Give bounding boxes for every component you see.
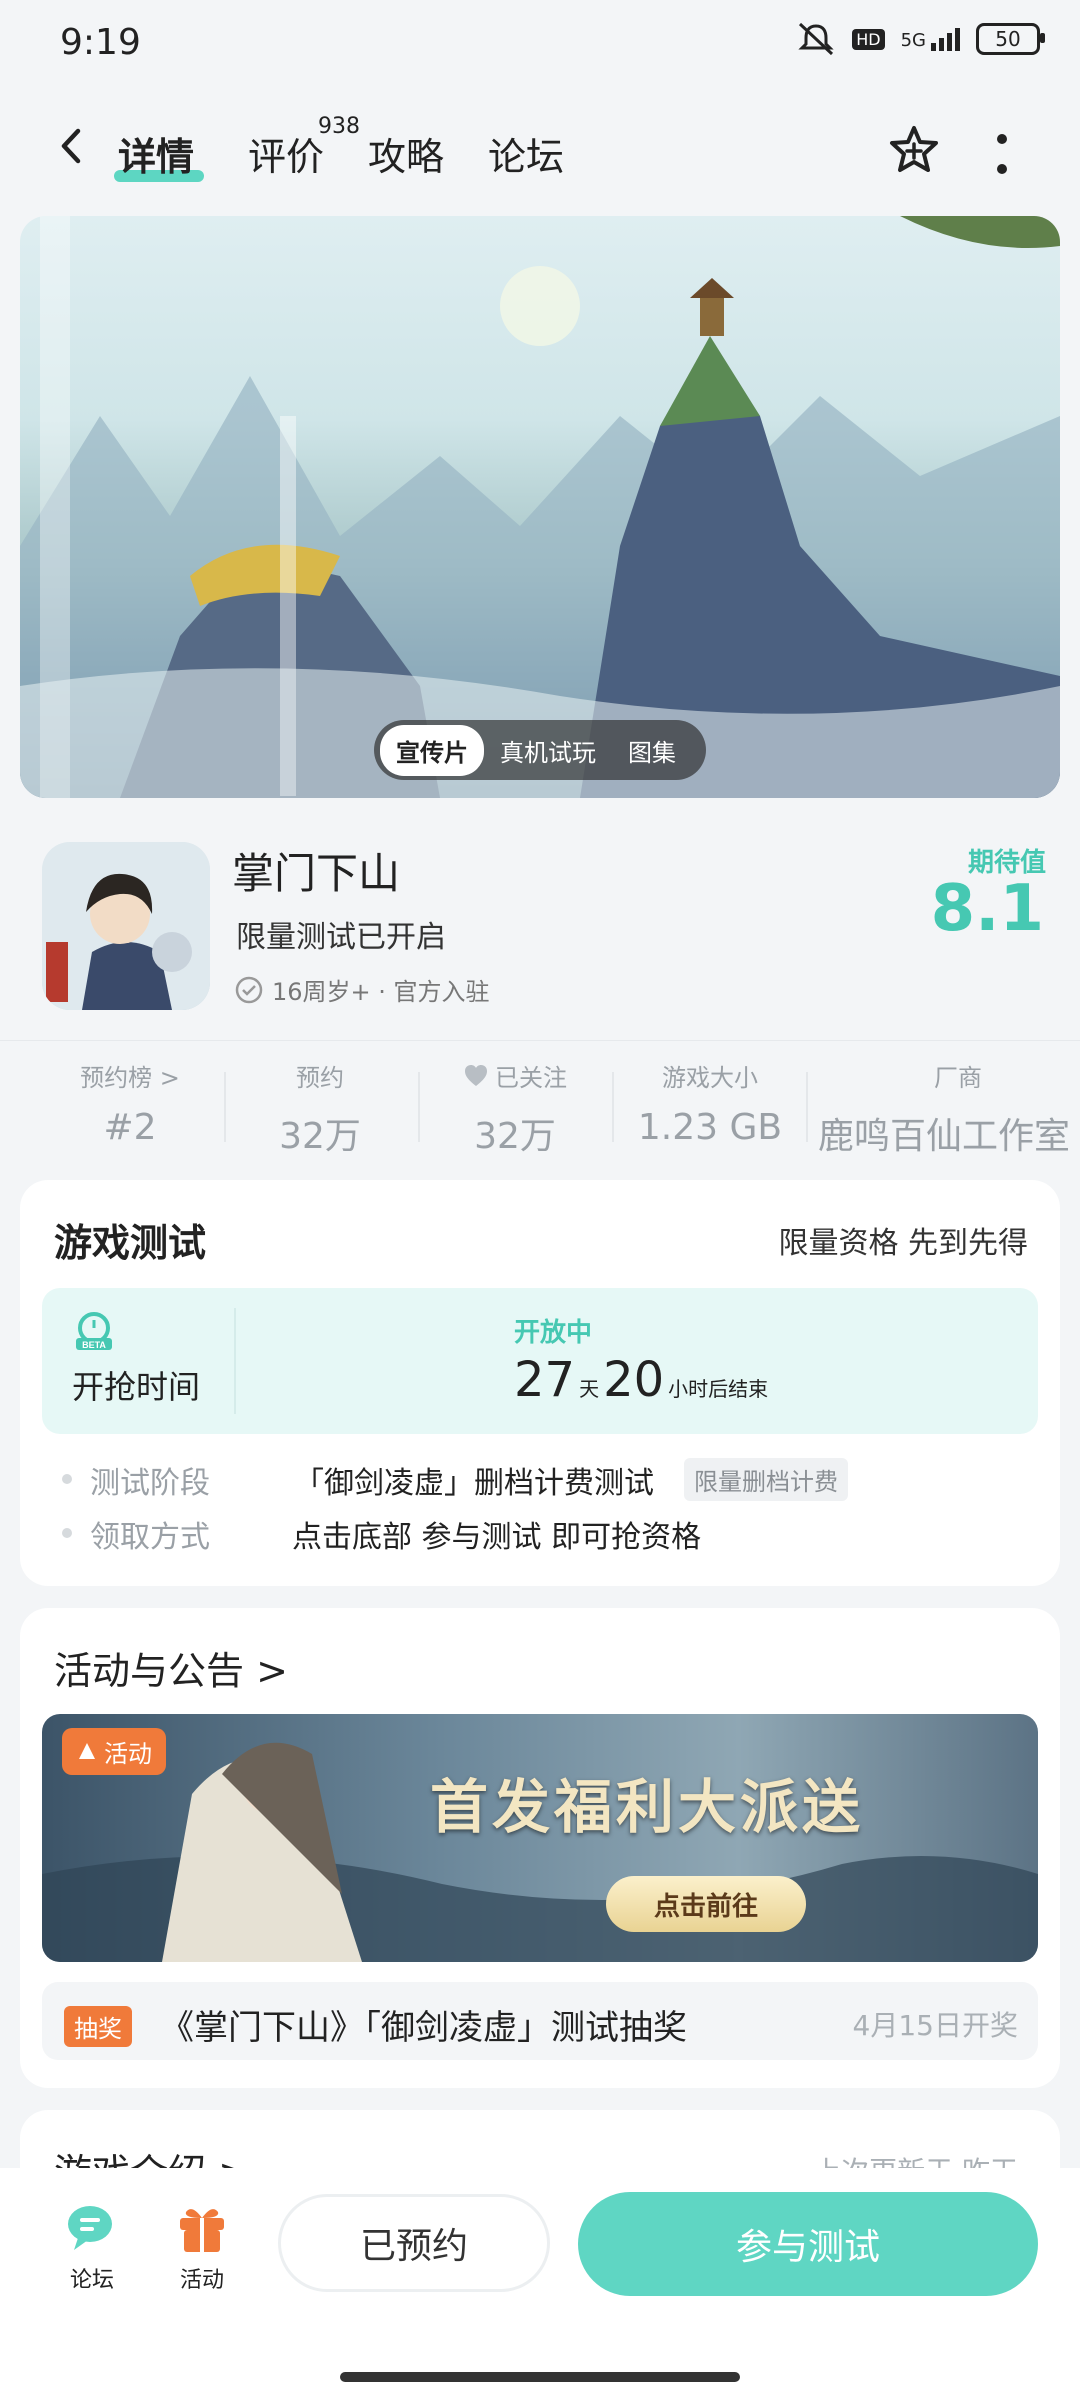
banner-title: 首发福利大派送 xyxy=(430,1773,865,1841)
app-icon xyxy=(42,842,210,1010)
activity-label[interactable]: 活动 xyxy=(162,2262,242,2294)
claim-method-label: 领取方式 xyxy=(90,1520,210,1555)
heart-icon xyxy=(465,1064,487,1086)
home-indicator[interactable] xyxy=(340,2372,740,2382)
reserved-button[interactable]: 已预约 xyxy=(278,2194,550,2292)
stat-value: #2 xyxy=(103,1107,157,1148)
flame-icon xyxy=(79,1742,95,1759)
media-tab-demo[interactable]: 真机试玩 xyxy=(484,725,612,776)
stat-value: 32万 xyxy=(279,1116,361,1157)
test-phase-tag: 限量删档计费 xyxy=(684,1458,848,1501)
stat-value: 鹿鸣百仙工作室 xyxy=(818,1116,1071,1157)
test-open-status: 开放中 xyxy=(514,1318,593,1348)
app-icon-artwork xyxy=(42,842,210,1010)
countdown-days: 27 xyxy=(514,1352,576,1408)
stat-label: 已关注 xyxy=(495,1064,567,1092)
stat-value: 1.23 GB xyxy=(637,1107,783,1148)
back-arrow-icon[interactable] xyxy=(54,128,90,164)
stat-following[interactable]: 已关注 32万 xyxy=(425,1058,605,1159)
activities-title[interactable]: 活动与公告 > xyxy=(54,1640,288,1695)
landscape-artwork xyxy=(20,216,1060,798)
bullet-dot xyxy=(62,1528,72,1538)
media-tab-trailer[interactable]: 宣传片 xyxy=(380,724,484,776)
test-phase-label: 测试阶段 xyxy=(90,1466,210,1501)
countdown-hours: 20 xyxy=(603,1352,665,1408)
media-switcher: 宣传片 真机试玩 图集 xyxy=(374,720,706,780)
stat-game-size: 游戏大小 1.23 GB xyxy=(620,1058,800,1148)
countdown: 27 天 20 小时后结束 xyxy=(514,1352,768,1408)
media-tab-gallery[interactable]: 图集 xyxy=(612,725,692,776)
game-test-note: 限量资格 先到先得 xyxy=(778,1226,1028,1261)
tab-reviews[interactable]: 评价 xyxy=(248,126,324,181)
gift-icon[interactable] xyxy=(174,2200,230,2256)
forum-label[interactable]: 论坛 xyxy=(52,2262,132,2294)
join-test-button[interactable]: 参与测试 xyxy=(578,2192,1038,2296)
divider xyxy=(612,1072,614,1142)
verified-check-icon xyxy=(235,976,263,1003)
stat-label: 预约 xyxy=(296,1064,344,1092)
svg-text:BETA: BETA xyxy=(82,1340,106,1350)
more-options-icon[interactable] xyxy=(996,134,1008,174)
divider xyxy=(418,1072,420,1142)
status-time: 9:19 xyxy=(60,22,141,63)
tab-details[interactable]: 详情 xyxy=(118,126,194,181)
divider xyxy=(234,1308,236,1414)
stat-developer[interactable]: 厂商 鹿鸣百仙工作室 xyxy=(818,1058,1080,1159)
battery-icon: 50 xyxy=(976,23,1045,55)
game-test-title: 游戏测试 xyxy=(54,1221,207,1265)
stat-label: 厂商 xyxy=(934,1064,982,1092)
activity-badge: 活动 xyxy=(62,1728,166,1775)
lottery-title: 《掌门下山》「御剑凌虚」测试抽奖 xyxy=(160,2008,687,2048)
lottery-date: 4月15日开奖 xyxy=(852,2009,1018,2042)
battery-level: 50 xyxy=(995,27,1021,51)
mute-icon xyxy=(798,22,834,56)
stat-label: 预约榜 > xyxy=(80,1064,180,1092)
favorite-star-icon[interactable] xyxy=(888,124,940,176)
divider xyxy=(224,1072,226,1142)
reviews-count-badge: 938 xyxy=(318,114,360,139)
app-subtitle: 限量测试已开启 xyxy=(236,920,446,955)
stat-label: 游戏大小 xyxy=(662,1064,758,1092)
forum-chat-icon[interactable] xyxy=(64,2200,120,2256)
age-rating: 16周岁+ · 官方入驻 xyxy=(234,972,490,1007)
hd-icon: HD xyxy=(852,28,885,50)
open-time-label: 开抢时间 xyxy=(72,1368,201,1406)
bullet-dot xyxy=(62,1474,72,1484)
beta-alarm-icon: BETA xyxy=(76,1312,112,1350)
hero-media[interactable] xyxy=(20,216,1060,798)
signal-icon: 5G xyxy=(900,27,960,51)
age-rating-text: 16周岁+ · 官方入驻 xyxy=(272,978,490,1006)
days-unit: 天 xyxy=(579,1377,600,1401)
lottery-tag: 抽奖 xyxy=(64,2006,132,2047)
hours-suffix: 小时后结束 xyxy=(668,1377,769,1401)
tab-guides[interactable]: 攻略 xyxy=(368,126,444,181)
activity-badge-label: 活动 xyxy=(104,1740,152,1768)
status-icons: HD 5G 50 xyxy=(796,22,1045,56)
test-phase-value: 「御剑凌虚」删档计费测试 xyxy=(294,1466,654,1501)
claim-method-value: 点击底部 参与测试 即可抢资格 xyxy=(292,1520,702,1555)
stat-reservation-rank[interactable]: 预约榜 > #2 xyxy=(40,1058,220,1148)
stat-reservations: 预约 32万 xyxy=(230,1058,410,1159)
app-title: 掌门下山 xyxy=(232,849,401,898)
expectation-score: 8.1 xyxy=(930,872,1044,946)
tab-forum[interactable]: 论坛 xyxy=(488,126,564,181)
stat-value: 32万 xyxy=(474,1116,556,1157)
banner-go-button[interactable]: 点击前往 xyxy=(606,1876,806,1932)
network-label: 5G xyxy=(900,29,926,51)
divider xyxy=(806,1072,808,1142)
